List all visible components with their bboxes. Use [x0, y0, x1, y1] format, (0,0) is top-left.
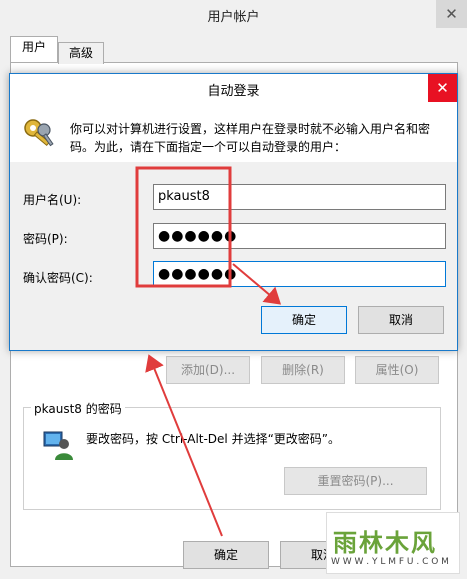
highlight-box [135, 166, 232, 288]
arrow-from-ok [145, 354, 223, 537]
annotation-overlay [135, 166, 282, 537]
watermark-logo: 雨林木风 W W W . Y L M F U . C O M [326, 512, 460, 574]
watermark-url: W W W . Y L M F U . C O M [331, 557, 449, 567]
arrow-to-dialog-ok [232, 263, 282, 305]
watermark-text: 雨林木风 [333, 529, 437, 557]
